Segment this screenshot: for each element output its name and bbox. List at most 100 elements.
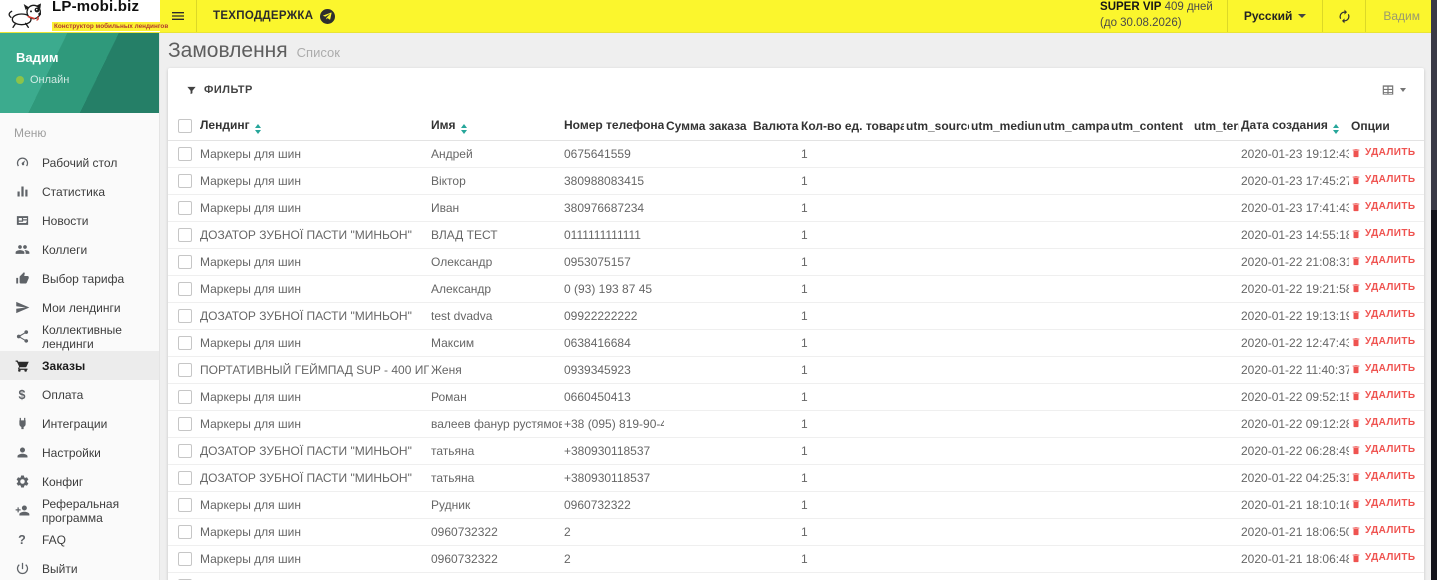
cell-landing: Маркеры для шин xyxy=(198,571,429,580)
sidebar-item-referral[interactable]: Реферальная программа xyxy=(0,496,159,525)
column-header-name[interactable]: Имя xyxy=(429,112,562,141)
column-header-created[interactable]: Дата создания xyxy=(1239,112,1349,141)
cell-currency xyxy=(751,409,799,437)
row-checkbox[interactable] xyxy=(178,227,192,242)
sidebar-item-settings[interactable]: Настройки xyxy=(0,438,159,467)
row-checkbox[interactable] xyxy=(178,497,192,512)
delete-button[interactable]: УДАЛИТЬ xyxy=(1351,201,1415,212)
column-header-landing[interactable]: Лендинг xyxy=(198,112,429,141)
cell-options: УДАЛИТЬ xyxy=(1349,355,1424,383)
row-checkbox[interactable] xyxy=(178,200,192,215)
select-all-checkbox[interactable] xyxy=(178,119,192,134)
cell-phone: 0 (93) 193 87 45 xyxy=(562,274,664,302)
row-checkbox[interactable] xyxy=(178,551,192,566)
delete-button[interactable]: УДАЛИТЬ xyxy=(1351,525,1415,536)
delete-button[interactable]: УДАЛИТЬ xyxy=(1351,309,1415,320)
row-checkbox[interactable] xyxy=(178,335,192,350)
table-header-row: Лендинг Имя Номер телефона Сумма заказа Валю… xyxy=(168,112,1424,141)
sidebar-item-collective[interactable]: Коллективные лендинги xyxy=(0,322,159,351)
column-settings-button[interactable] xyxy=(1381,83,1406,97)
vertical-scrollbar[interactable] xyxy=(1431,0,1437,580)
sidebar-item-label: Рабочий стол xyxy=(42,155,118,170)
row-checkbox[interactable] xyxy=(178,362,192,377)
cell-utm_source xyxy=(904,490,969,518)
refresh-button[interactable] xyxy=(1323,0,1365,32)
delete-button[interactable]: УДАЛИТЬ xyxy=(1351,336,1415,347)
cell-utm_campaign xyxy=(1041,193,1109,221)
row-checkbox[interactable] xyxy=(178,281,192,296)
table-row: Маркеры для шин Віктор 380988083415 1 2020-0… xyxy=(168,166,1424,194)
cell-sum xyxy=(664,166,751,194)
cell-utm_medium xyxy=(969,436,1041,464)
row-checkbox[interactable] xyxy=(178,146,192,161)
sidebar-item-orders[interactable]: Заказы xyxy=(0,351,159,380)
delete-button[interactable]: УДАЛИТЬ xyxy=(1351,174,1415,185)
row-checkbox[interactable] xyxy=(178,443,192,458)
delete-button[interactable]: УДАЛИТЬ xyxy=(1351,363,1415,374)
table-row: Маркеры для шин 0960732322 2 1 2020-01-21 18… xyxy=(168,517,1424,545)
language-selector[interactable]: Русский xyxy=(1228,0,1323,32)
table-row: Маркеры для шинвалеев фанур рустямович+3… xyxy=(168,409,1424,437)
sidebar-item-news[interactable]: Новости xyxy=(0,206,159,235)
page-header: Замовлення Список xyxy=(160,33,1431,68)
delete-button[interactable]: УДАЛИТЬ xyxy=(1351,390,1415,401)
table-row: ДОЗАТОР ЗУБНОЇ ПАСТИ "МИНЬОН" татьяна +380… xyxy=(168,463,1424,491)
delete-button[interactable]: УДАЛИТЬ xyxy=(1351,444,1415,455)
logo[interactable]: LP-mobi.biz Конструктор мобильных лендин… xyxy=(0,0,171,32)
cell-name: татьяна xyxy=(429,463,562,491)
sidebar-item-label: Мои лендинги xyxy=(42,300,121,315)
column-header-select[interactable] xyxy=(168,112,198,141)
sidebar-item-dashboard[interactable]: Рабочий стол xyxy=(0,148,159,177)
cell-landing: Маркеры для шин xyxy=(198,274,429,302)
delete-button[interactable]: УДАЛИТЬ xyxy=(1351,417,1415,428)
column-header-qty: Кол-во ед. товара xyxy=(799,112,904,141)
topbar-username[interactable]: Вадим xyxy=(1366,0,1437,32)
row-checkbox[interactable] xyxy=(178,254,192,269)
row-checkbox[interactable] xyxy=(178,524,192,539)
filter-button[interactable]: ФИЛЬТР xyxy=(186,84,253,96)
delete-button[interactable]: УДАЛИТЬ xyxy=(1351,498,1415,509)
row-checkbox[interactable] xyxy=(178,389,192,404)
column-label: Сумма заказа xyxy=(666,118,747,133)
cell-utm_content xyxy=(1109,382,1192,410)
hamburger-menu-button[interactable] xyxy=(160,0,196,32)
sidebar-item-payment[interactable]: $ Оплата xyxy=(0,380,159,409)
delete-button[interactable]: УДАЛИТЬ xyxy=(1351,147,1415,158)
cell-options: УДАЛИТЬ xyxy=(1349,382,1424,410)
sidebar-item-faq[interactable]: ? FAQ xyxy=(0,525,159,554)
cell-utm_term xyxy=(1192,220,1239,248)
online-status-dot xyxy=(16,76,24,84)
delete-button[interactable]: УДАЛИТЬ xyxy=(1351,552,1415,563)
delete-button[interactable]: УДАЛИТЬ xyxy=(1351,471,1415,482)
row-checkbox[interactable] xyxy=(178,470,192,485)
sidebar-item-config[interactable]: Конфиг xyxy=(0,467,159,496)
support-button[interactable]: ТЕХПОДДЕРЖКА xyxy=(197,0,351,32)
row-checkbox[interactable] xyxy=(178,308,192,323)
trash-icon xyxy=(1352,202,1360,211)
sidebar-item-stats[interactable]: Статистика xyxy=(0,177,159,206)
row-checkbox[interactable] xyxy=(178,416,192,431)
cell-utm_campaign xyxy=(1041,463,1109,491)
delete-button[interactable]: УДАЛИТЬ xyxy=(1351,228,1415,239)
delete-button[interactable]: УДАЛИТЬ xyxy=(1351,282,1415,293)
cell-utm_medium xyxy=(969,301,1041,329)
sidebar-item-my-landings[interactable]: Мои лендинги xyxy=(0,293,159,322)
sidebar-item-logout[interactable]: Выйти xyxy=(0,554,159,580)
cell-utm_campaign xyxy=(1041,436,1109,464)
cell-utm_campaign xyxy=(1041,544,1109,572)
sidebar-item-colleagues[interactable]: Коллеги xyxy=(0,235,159,264)
dog-mascot-icon xyxy=(8,3,41,28)
column-header-phone[interactable]: Номер телефона xyxy=(562,112,664,141)
cell-utm_content xyxy=(1109,328,1192,356)
sidebar-item-tariff[interactable]: Выбор тарифа xyxy=(0,264,159,293)
cell-currency xyxy=(751,220,799,248)
sidebar-item-integrations[interactable]: Интеграции xyxy=(0,409,159,438)
row-checkbox[interactable] xyxy=(178,173,192,188)
delete-button[interactable]: УДАЛИТЬ xyxy=(1351,255,1415,266)
delete-label: УДАЛИТЬ xyxy=(1365,336,1416,347)
delete-label: УДАЛИТЬ xyxy=(1365,228,1416,239)
cell-name: Роман xyxy=(429,382,562,410)
cell-qty: 1 xyxy=(799,328,904,356)
scrollbar-thumb[interactable] xyxy=(1431,0,1437,210)
sidebar-item-label: Коллеги xyxy=(42,242,88,257)
